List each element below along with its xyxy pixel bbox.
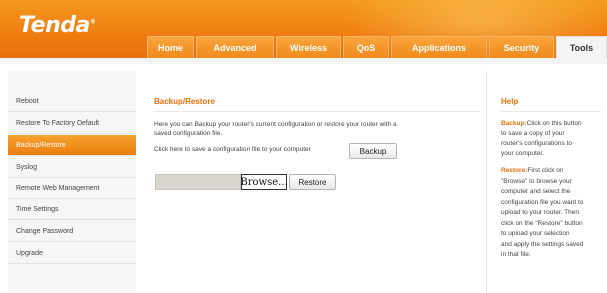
tenda-logo: Tenda® [19,13,96,38]
help-restore-line-8: and apply the settings saved [501,241,584,248]
help-backup-keyword: Backup: [501,120,527,127]
help-backup-line-2: to save a copy of your [501,130,565,137]
sidebar-item-remote-web-management[interactable]: Remote Web Management [8,178,136,199]
restore-button[interactable]: Restore [289,174,336,190]
tab-security[interactable]: Security [489,36,554,58]
sidebar-item-change-password[interactable]: Change Password [8,221,136,242]
tab-applications[interactable]: Applications [391,36,487,58]
tab-advanced[interactable]: Advanced [196,36,274,58]
help-backup-line-1: Backup:Click on this button [501,120,582,127]
help-panel: Help Backup:Click on this button to save… [486,71,607,293]
tab-tools[interactable]: Tools [556,36,607,58]
help-restore-line-6: click on the "Restore" button [501,220,583,227]
header-bar: Tenda® Home Advanced Wireless QoS Applic… [0,0,607,58]
tab-wireless[interactable]: Wireless [276,36,341,58]
help-restore-line-4: configuration file you want to [501,199,584,206]
help-restore-keyword: Restore: [501,167,528,174]
tab-qos[interactable]: QoS [343,36,389,58]
sidebar-item-restore-factory-default[interactable]: Restore To Factory Default [8,113,136,134]
page-title: Backup/Restore [154,97,215,106]
sidebar-item-syslog[interactable]: Syslog [8,157,136,178]
sidebar-item-time-settings[interactable]: Time Settings [8,199,136,220]
help-restore-line-2: "Browse" to browse your [501,178,572,185]
tab-home[interactable]: Home [147,36,194,58]
help-divider [501,111,601,112]
sidebar: Reboot Restore To Factory Default Backup… [8,71,136,293]
file-path-input[interactable] [155,174,241,190]
help-restore-line-3: computer and select the [501,188,571,195]
help-title: Help [501,97,519,106]
save-prompt-text: Click here to save a configuration file … [154,146,311,153]
title-divider [154,111,480,112]
help-restore-line-7: to upload your selection [501,230,570,237]
browse-button[interactable]: Browse... [240,174,288,190]
help-restore-line-1: Restore:First click on [501,167,564,174]
logo-registered-mark: ® [89,18,96,26]
help-restore-text-1: First click on [527,167,564,174]
sidebar-item-upgrade[interactable]: Upgrade [8,243,136,264]
help-backup-line-4: your computer. [501,150,544,157]
backup-button[interactable]: Backup [349,143,397,159]
sidebar-item-backup-restore[interactable]: Backup/Restore [8,135,136,156]
main-panel: Backup/Restore Here you can Backup your … [136,71,486,293]
help-backup-text-1: Click on this button [526,120,582,127]
logo-text: Tenda [19,13,90,38]
description-line-2: saved configuration file. [154,130,223,137]
help-backup-line-3: router's configurations to [501,140,572,147]
help-restore-line-9: in that file. [501,251,531,258]
top-nav-tabs: Home Advanced Wireless QoS Applications … [0,36,607,58]
description-line-1: Here you can Backup your router's curren… [154,121,397,128]
header-divider-band [0,58,607,64]
sidebar-item-reboot[interactable]: Reboot [8,91,136,112]
help-restore-line-5: upload to your router. Then [501,209,579,216]
